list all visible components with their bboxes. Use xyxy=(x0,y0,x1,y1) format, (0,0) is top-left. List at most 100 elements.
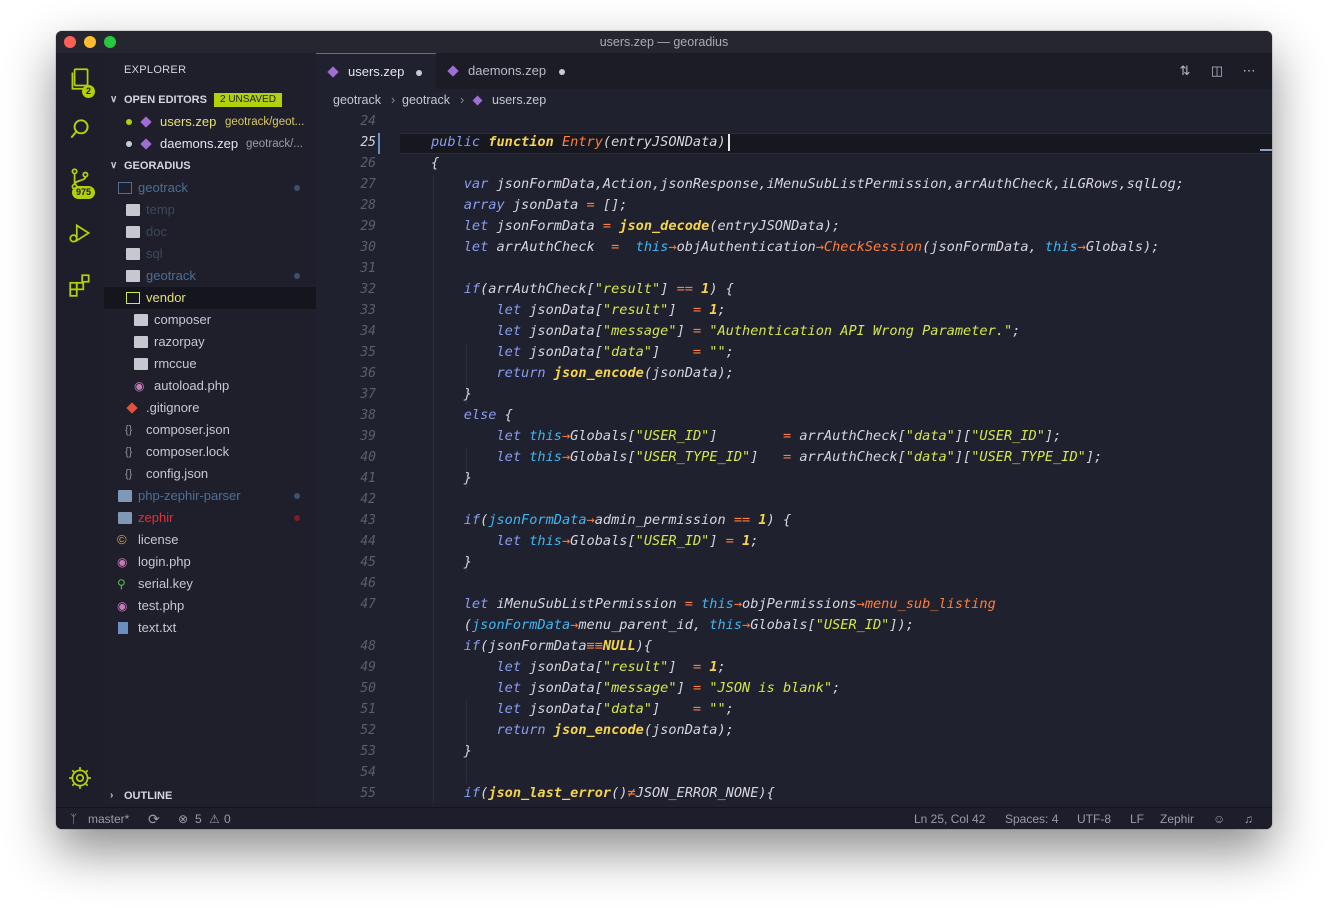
code-line: let jsonData["result"] = 1; xyxy=(496,659,726,675)
tab-daemons-zep[interactable]: daemons.zep xyxy=(436,53,576,89)
line-number: 38 xyxy=(360,408,376,423)
folder-icon xyxy=(134,358,148,370)
end-of-line[interactable]: LF xyxy=(1130,808,1144,829)
code-editor[interactable]: 24 25 26 27 28 29 30 31 32 33 34 35 36 37 38 39 40 41 42 43… xyxy=(316,111,1272,807)
line-number: 25 xyxy=(360,135,376,150)
explorer-icon[interactable]: 2 xyxy=(56,59,104,99)
minimize-window-button[interactable] xyxy=(84,36,96,48)
tree-file[interactable]: ◉ autoload.php xyxy=(104,375,316,397)
problems-warnings[interactable]: 0 xyxy=(224,808,231,829)
tree-folder[interactable]: sql xyxy=(104,243,316,265)
more-actions-icon[interactable]: ⋯ xyxy=(1240,63,1258,79)
tree-folder[interactable]: rmccue xyxy=(104,353,316,375)
line-number: 47 xyxy=(360,597,376,612)
editor-window: users.zep — georadius 2 975 EXPLORER ∨ O… xyxy=(56,31,1272,829)
tree-folder[interactable]: geotrack xyxy=(104,177,316,199)
search-icon[interactable] xyxy=(56,109,104,149)
code-line: let iMenuSubListPermission = this→objPer… xyxy=(463,596,996,612)
breadcrumb-item[interactable]: users.zep xyxy=(492,89,546,111)
folder-icon xyxy=(134,336,148,348)
tree-folder-selected[interactable]: vendor xyxy=(104,287,316,309)
split-editor-icon[interactable]: ◫ xyxy=(1208,63,1226,79)
branch-icon: ᛉ xyxy=(70,812,78,826)
source-control-icon[interactable]: 975 xyxy=(56,159,104,199)
code-line: if(jsonFormData→admin_permission == 1) { xyxy=(463,512,792,528)
run-debug-icon[interactable] xyxy=(56,213,104,253)
tree-file[interactable]: text.txt xyxy=(104,617,316,639)
tree-file[interactable]: ⚲ serial.key xyxy=(104,573,316,595)
line-number: 33 xyxy=(360,303,376,318)
tree-folder[interactable]: temp xyxy=(104,199,316,221)
open-editor-item[interactable]: daemons.zep geotrack/... xyxy=(104,133,316,155)
line-number: 24 xyxy=(360,114,376,129)
breadcrumb: geotrack › geotrack › users.zep xyxy=(316,89,1272,111)
outline-header[interactable]: › OUTLINE xyxy=(104,785,316,807)
git-status-dot xyxy=(294,493,300,499)
code-line: let this→Globals["USER_ID"] = 1; xyxy=(496,533,759,549)
line-number: 26 xyxy=(360,156,376,171)
workspace-header[interactable]: ∨ GEORADIUS xyxy=(104,155,316,177)
line-number: 36 xyxy=(360,366,376,381)
zephir-file-icon xyxy=(327,66,339,78)
branch-indicator[interactable]: master* xyxy=(88,808,129,829)
notifications-bell-icon[interactable]: ♫ xyxy=(1244,808,1253,829)
activity-bar: 2 975 xyxy=(56,53,105,807)
extensions-icon[interactable] xyxy=(56,265,104,305)
line-number: 27 xyxy=(360,177,376,192)
compare-changes-icon[interactable]: ⇅ xyxy=(1176,63,1194,79)
breadcrumb-item[interactable]: geotrack xyxy=(402,89,450,111)
code-line: if(json_last_error()≠JSON_ERROR_NONE){ xyxy=(463,785,775,801)
zephir-file-icon xyxy=(447,65,459,77)
modified-line-marker xyxy=(378,133,380,154)
php-file-icon: ◉ xyxy=(117,555,128,569)
tab-users-zep[interactable]: users.zep xyxy=(316,53,436,90)
tree-folder[interactable]: razorpay xyxy=(104,331,316,353)
code-line: let jsonData["message"] = "JSON is blank… xyxy=(496,680,841,696)
line-number: 43 xyxy=(360,513,376,528)
close-window-button[interactable] xyxy=(64,36,76,48)
text-cursor xyxy=(727,133,730,151)
language-mode[interactable]: Zephir xyxy=(1160,808,1194,829)
tree-folder[interactable]: composer xyxy=(104,309,316,331)
feedback-icon[interactable]: ☺ xyxy=(1213,808,1225,829)
folder-icon xyxy=(118,490,132,502)
line-number: 31 xyxy=(360,261,376,276)
editor-tabs: users.zep daemons.zep ⇅ ◫ ⋯ xyxy=(316,53,1272,90)
tree-file[interactable]: .gitignore xyxy=(104,397,316,419)
tree-folder[interactable]: geotrack xyxy=(104,265,316,287)
encoding[interactable]: UTF-8 xyxy=(1077,808,1111,829)
zoom-window-button[interactable] xyxy=(104,36,116,48)
line-number: 28 xyxy=(360,198,376,213)
tree-file[interactable]: © license xyxy=(104,529,316,551)
tree-file[interactable]: {} config.json xyxy=(104,463,316,485)
json-file-icon: {} xyxy=(125,424,133,436)
line-number: 50 xyxy=(360,681,376,696)
status-bar: ᛉ master* ⟳ ⊗ 5 ⚠ 0 Ln 25, Col 42 Spaces… xyxy=(56,807,1272,829)
breadcrumb-item[interactable]: geotrack xyxy=(333,89,381,111)
code-line: else { xyxy=(463,407,513,423)
tree-file[interactable]: {} composer.json xyxy=(104,419,316,441)
cursor-position[interactable]: Ln 25, Col 42 xyxy=(914,808,985,829)
tree-folder[interactable]: php-zephir-parser xyxy=(104,485,316,507)
tree-folder[interactable]: doc xyxy=(104,221,316,243)
tree-file[interactable]: ◉ login.php xyxy=(104,551,316,573)
sync-icon[interactable]: ⟳ xyxy=(148,808,160,829)
indentation[interactable]: Spaces: 4 xyxy=(1005,808,1058,829)
code-line: if(jsonFormData≡≡NULL){ xyxy=(463,638,653,654)
warning-icon: ⚠ xyxy=(209,812,220,826)
problems-errors[interactable]: 5 xyxy=(195,808,202,829)
unsaved-dot-icon[interactable] xyxy=(559,69,565,75)
tree-file[interactable]: ◉ test.php xyxy=(104,595,316,617)
code-line: { xyxy=(431,155,440,171)
open-editor-item[interactable]: users.zep geotrack/geot... xyxy=(104,111,316,133)
open-editors-header[interactable]: ∨ OPEN EDITORS 2 UNSAVED xyxy=(104,89,316,111)
unsaved-dot-icon[interactable] xyxy=(416,70,422,76)
code-line: let jsonData["result"] = 1; xyxy=(496,302,726,318)
tree-file[interactable]: {} composer.lock xyxy=(104,441,316,463)
chevron-right-icon: › xyxy=(460,93,465,107)
line-number: 46 xyxy=(360,576,376,591)
line-number: 55 xyxy=(360,786,376,801)
code-line: let jsonFormData = json_decode(entryJSON… xyxy=(463,218,841,234)
tree-folder[interactable]: zephir xyxy=(104,507,316,529)
settings-gear-icon[interactable] xyxy=(56,758,104,798)
